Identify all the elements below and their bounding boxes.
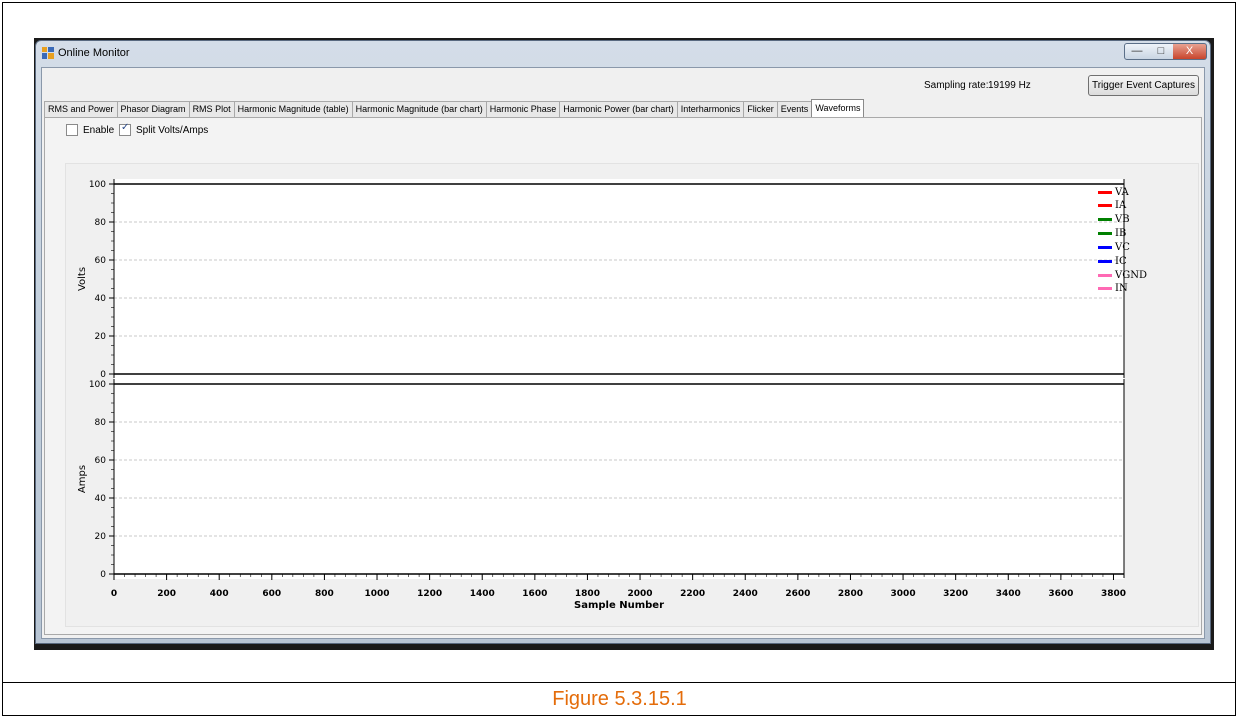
x-axis-label: Sample Number — [574, 600, 664, 611]
x-tick-label: 600 — [262, 589, 281, 599]
tab-events[interactable]: Events — [776, 101, 813, 117]
sampling-rate-value: 19199 Hz — [988, 80, 1031, 91]
x-tick-label: 1600 — [522, 589, 547, 599]
legend-item-va: VA — [1098, 187, 1129, 198]
trigger-event-captures-button[interactable]: Trigger Event Captures — [1088, 75, 1199, 96]
tab-flicker[interactable]: Flicker — [743, 101, 778, 117]
x-tick-label: 3200 — [943, 589, 968, 599]
tab-phasor-diagram[interactable]: Phasor Diagram — [116, 101, 190, 117]
enable-checkbox-box[interactable] — [66, 124, 78, 136]
volts-y-tick-label: 0 — [100, 370, 106, 380]
legend-swatch-vgnd — [1098, 274, 1112, 277]
volts-y-tick-label: 40 — [95, 294, 107, 304]
x-tick-label: 200 — [157, 589, 176, 599]
x-tick-label: 3000 — [891, 589, 916, 599]
legend-swatch-ia — [1098, 204, 1112, 207]
volts-y-tick-label: 20 — [95, 332, 107, 342]
tab-interharmonics[interactable]: Interharmonics — [676, 101, 745, 117]
close-icon: X — [1185, 45, 1194, 57]
waveform-chart: 0 20 40 60 80 100 Volts 0 20 40 60 80 100 Amps 0 200 400… — [77, 179, 1126, 611]
legend-item-vgnd: VGND — [1098, 270, 1147, 281]
volts-y-tick-label: 100 — [89, 180, 106, 190]
enable-checkbox[interactable]: Enable — [66, 124, 114, 136]
amps-y-tick-label: 20 — [95, 532, 107, 542]
legend-swatch-ib — [1098, 232, 1112, 235]
figure-divider — [2, 682, 1236, 683]
legend-label-vc: VC — [1115, 242, 1130, 253]
x-tick-label: 800 — [315, 589, 334, 599]
legend-label-vb: VB — [1115, 214, 1130, 225]
x-tick-label: 2800 — [838, 589, 863, 599]
split-volts-amps-checkbox-box[interactable] — [119, 122, 131, 136]
app-icon — [42, 47, 54, 59]
volts-plot-background — [114, 179, 1124, 379]
volts-y-axis-label: Volts — [77, 267, 88, 291]
tab-waveforms[interactable]: Waveforms — [811, 99, 865, 117]
tab-rms-plot[interactable]: RMS Plot — [188, 101, 235, 117]
x-tick-label: 2400 — [733, 589, 758, 599]
title-bar[interactable]: Online Monitor — □ X — [36, 41, 1210, 67]
tab-harmonic-magnitude-bar-chart[interactable]: Harmonic Magnitude (bar chart) — [351, 101, 487, 117]
legend-item-ib: IB — [1098, 228, 1126, 239]
legend-item-in: IN — [1098, 283, 1128, 294]
minimize-icon: — — [1131, 45, 1143, 57]
sampling-rate-label: Sampling rate: — [924, 80, 989, 91]
tab-harmonic-phase[interactable]: Harmonic Phase — [485, 101, 561, 117]
amps-y-tick-label: 80 — [95, 418, 107, 428]
legend-swatch-va — [1098, 191, 1112, 194]
legend-item-vb: VB — [1098, 214, 1130, 225]
x-tick-label: 1200 — [417, 589, 442, 599]
tab-strip: RMS and Power Phasor Diagram RMS Plot Ha… — [44, 99, 865, 117]
x-tick-label: 3600 — [1048, 589, 1073, 599]
x-tick-label: 3800 — [1101, 589, 1126, 599]
tab-rms-and-power[interactable]: RMS and Power — [44, 101, 118, 117]
legend-swatch-vc — [1098, 246, 1112, 249]
x-tick-label: 400 — [210, 589, 229, 599]
enable-checkbox-label: Enable — [83, 124, 115, 136]
x-tick-label: 2600 — [785, 589, 810, 599]
tab-harmonic-magnitude-table[interactable]: Harmonic Magnitude (table) — [233, 101, 353, 117]
legend-label-ib: IB — [1115, 228, 1127, 239]
split-volts-amps-checkbox[interactable]: Split Volts/Amps — [119, 122, 209, 136]
minimize-button[interactable]: — — [1124, 43, 1150, 60]
amps-y-tick-label: 100 — [89, 380, 106, 390]
legend-label-ic: IC — [1115, 256, 1127, 267]
maximize-icon: □ — [1157, 45, 1165, 57]
legend-item-ia: IA — [1098, 200, 1126, 211]
legend-label-ia: IA — [1115, 200, 1127, 211]
legend-item-vc: VC — [1098, 242, 1130, 253]
legend-label-in: IN — [1115, 283, 1128, 294]
window-title: Online Monitor — [58, 47, 130, 59]
legend-swatch-ic — [1098, 260, 1112, 263]
amps-y-tick-label: 40 — [95, 494, 107, 504]
x-tick-label: 2000 — [628, 589, 653, 599]
tab-harmonic-power-bar-chart[interactable]: Harmonic Power (bar chart) — [559, 101, 678, 117]
legend-item-ic: IC — [1098, 256, 1127, 267]
figure-caption: Figure 5.3.15.1 — [552, 688, 687, 710]
legend-label-vgnd: VGND — [1115, 270, 1147, 281]
legend-label-va: VA — [1115, 187, 1129, 198]
volts-y-tick-label: 60 — [95, 256, 107, 266]
amps-y-axis-label: Amps — [77, 465, 88, 493]
x-tick-label: 2200 — [680, 589, 705, 599]
amps-y-tick-label: 60 — [95, 456, 107, 466]
legend-swatch-vb — [1098, 218, 1112, 221]
x-tick-label: 1800 — [575, 589, 600, 599]
x-tick-label: 1000 — [364, 589, 389, 599]
x-tick-label: 1400 — [470, 589, 495, 599]
close-button[interactable]: X — [1173, 43, 1207, 60]
legend-swatch-in — [1098, 287, 1112, 290]
maximize-button[interactable]: □ — [1149, 43, 1174, 60]
volts-y-tick-label: 80 — [95, 218, 107, 228]
amps-y-tick-label: 0 — [100, 570, 106, 580]
amps-plot-background — [114, 379, 1124, 579]
x-tick-label: 3400 — [996, 589, 1021, 599]
split-volts-amps-checkbox-label: Split Volts/Amps — [136, 124, 209, 136]
x-tick-label: 0 — [111, 589, 117, 599]
